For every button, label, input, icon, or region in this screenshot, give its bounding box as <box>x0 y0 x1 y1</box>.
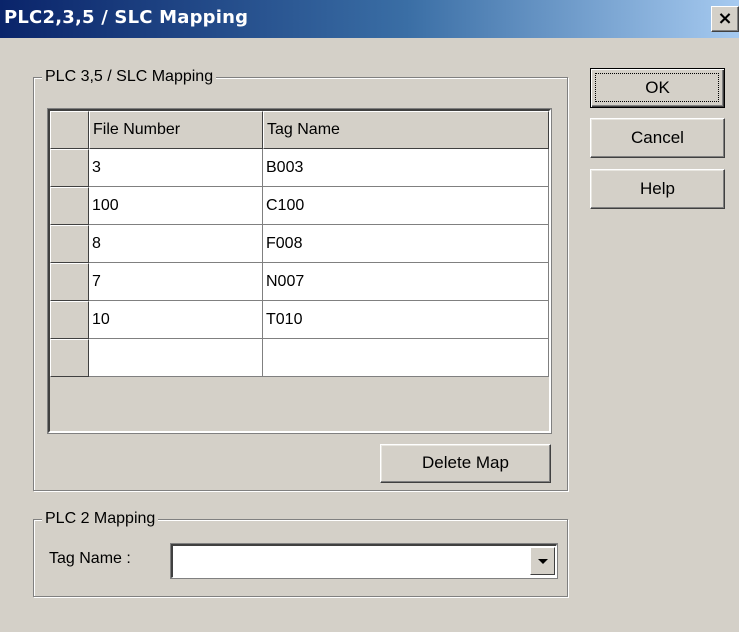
file-number-cell[interactable]: 10 <box>89 301 263 339</box>
tag-name-cell[interactable]: C100 <box>263 187 549 225</box>
tag-name-cell[interactable]: B003 <box>263 149 549 187</box>
delete-map-button[interactable]: Delete Map <box>380 444 551 483</box>
row-header[interactable] <box>50 339 89 377</box>
row-header[interactable] <box>50 301 89 339</box>
slc-mapping-legend: PLC 3,5 / SLC Mapping <box>42 67 217 87</box>
table-row[interactable]: 8 F008 <box>50 225 549 263</box>
chevron-down-icon <box>538 559 548 564</box>
tag-name-cell[interactable]: N007 <box>263 263 549 301</box>
file-number-cell[interactable]: 7 <box>89 263 263 301</box>
file-number-cell[interactable]: 100 <box>89 187 263 225</box>
cancel-button[interactable]: Cancel <box>590 118 725 158</box>
tag-name-combobox[interactable] <box>170 543 558 579</box>
close-icon: × <box>717 8 733 29</box>
window-title: PLC2,3,5 / SLC Mapping <box>4 7 249 28</box>
title-bar[interactable]: PLC2,3,5 / SLC Mapping × <box>0 0 739 38</box>
new-table-row[interactable] <box>50 339 549 377</box>
close-button[interactable]: × <box>711 6 739 32</box>
table-row[interactable]: 10 T010 <box>50 301 549 339</box>
file-number-cell[interactable]: 3 <box>89 149 263 187</box>
table-row[interactable]: 3 B003 <box>50 149 549 187</box>
row-header[interactable] <box>50 263 89 301</box>
help-button[interactable]: Help <box>590 169 725 209</box>
tag-name-cell[interactable]: T010 <box>263 301 549 339</box>
mapping-grid[interactable]: File Number Tag Name 3 B003 100 C100 8 F… <box>47 108 552 434</box>
plc2-mapping-legend: PLC 2 Mapping <box>42 509 159 529</box>
tag-name-cell[interactable] <box>263 339 549 377</box>
table-row[interactable]: 7 N007 <box>50 263 549 301</box>
delete-map-label: Delete Map <box>422 453 509 472</box>
file-number-cell[interactable]: 8 <box>89 225 263 263</box>
grid-header-row: File Number Tag Name <box>50 111 549 149</box>
focus-indicator <box>595 73 719 102</box>
row-header[interactable] <box>50 187 89 225</box>
cancel-label: Cancel <box>631 128 684 147</box>
dropdown-button[interactable] <box>530 547 555 575</box>
file-number-cell[interactable] <box>89 339 263 377</box>
help-label: Help <box>640 179 675 198</box>
column-header-tag-name[interactable]: Tag Name <box>263 111 549 149</box>
tag-name-label: Tag Name : <box>49 550 131 567</box>
grid-corner-header[interactable] <box>50 111 89 149</box>
table-row[interactable]: 100 C100 <box>50 187 549 225</box>
row-header[interactable] <box>50 149 89 187</box>
column-header-file-number[interactable]: File Number <box>89 111 263 149</box>
ok-button[interactable]: OK <box>590 68 725 108</box>
row-header[interactable] <box>50 225 89 263</box>
tag-name-cell[interactable]: F008 <box>263 225 549 263</box>
